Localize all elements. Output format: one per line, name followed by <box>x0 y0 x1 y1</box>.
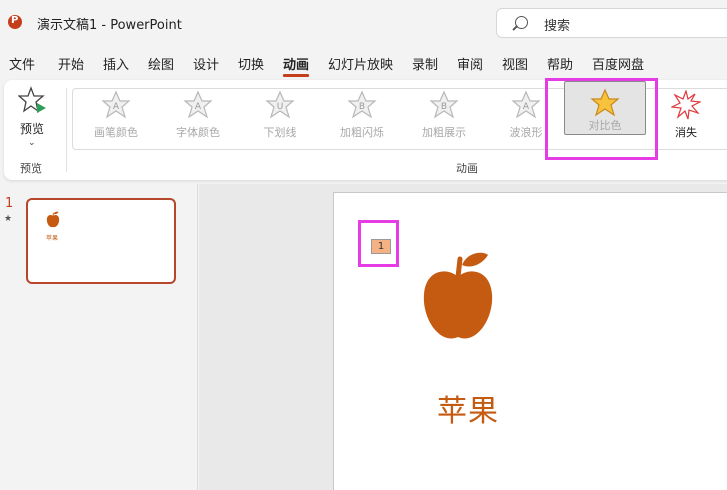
star-burst-letter-icon: B <box>347 90 377 119</box>
slide-thumbnail[interactable]: 苹果 <box>26 198 176 284</box>
tab-draw[interactable]: 绘图 <box>148 54 174 73</box>
animation-group-label: 动画 <box>456 162 478 175</box>
effect-label: 画笔颜色 <box>94 126 138 139</box>
document-title: 演示文稿1 - PowerPoint <box>37 18 182 33</box>
svg-text:U: U <box>277 102 284 112</box>
svg-text:B: B <box>359 102 365 112</box>
thumbnail-text: 苹果 <box>46 235 59 242</box>
search-input[interactable]: 搜索 <box>496 8 727 38</box>
search-icon <box>515 16 528 29</box>
annotation-highlight <box>545 78 658 160</box>
tab-animations[interactable]: 动画 <box>283 54 310 77</box>
effect-bold-reveal[interactable]: B 加粗展示 <box>404 88 484 146</box>
svg-text:B: B <box>441 102 447 112</box>
effect-label: 消失 <box>675 126 697 139</box>
effect-label: 加粗闪烁 <box>340 126 384 139</box>
star-letter-icon: A <box>511 90 541 119</box>
preview-star-icon <box>18 86 46 113</box>
effect-bold-flash[interactable]: B 加粗闪烁 <box>322 88 402 146</box>
effect-disappear[interactable]: 消失 <box>646 88 726 146</box>
tab-record[interactable]: 录制 <box>412 54 438 73</box>
svg-text:A: A <box>195 102 202 112</box>
annotation-highlight <box>358 220 399 267</box>
preview-button[interactable]: 预览 ⌄ <box>10 86 54 152</box>
slide-number: 1 <box>5 196 14 211</box>
group-divider <box>66 88 67 172</box>
apple-icon <box>46 211 60 228</box>
tab-transitions[interactable]: 切换 <box>238 54 264 73</box>
burst-star-icon <box>671 90 701 120</box>
tab-baidu-netdisk[interactable]: 百度网盘 <box>592 54 644 73</box>
tab-help[interactable]: 帮助 <box>547 54 573 73</box>
ribbon-tabs: 文件 开始 插入 绘图 设计 切换 动画 幻灯片放映 录制 审阅 视图 帮助 百… <box>0 52 727 77</box>
svg-text:A: A <box>113 102 120 112</box>
effect-font-color[interactable]: A 字体颜色 <box>158 88 238 146</box>
star-letter-icon: B <box>429 90 459 119</box>
effect-label: 字体颜色 <box>176 126 220 139</box>
tab-home[interactable]: 开始 <box>58 54 84 73</box>
slide-text[interactable]: 苹果 <box>437 386 499 430</box>
powerpoint-logo-icon <box>8 15 22 29</box>
star-letter-icon: A <box>183 90 213 119</box>
effect-underline[interactable]: U 下划线 <box>240 88 320 146</box>
tab-slideshow[interactable]: 幻灯片放映 <box>328 54 393 73</box>
tab-review[interactable]: 审阅 <box>457 54 483 73</box>
tab-view[interactable]: 视图 <box>502 54 528 73</box>
star-letter-icon: A <box>101 90 131 119</box>
preview-label: 预览 <box>19 122 44 136</box>
title-bar: 演示文稿1 - PowerPoint 搜索 <box>0 0 727 44</box>
search-placeholder: 搜索 <box>544 19 571 34</box>
apple-icon[interactable] <box>418 249 498 349</box>
effect-label: 加粗展示 <box>422 126 466 139</box>
slide-thumbnail-pane: 1 ★ 苹果 <box>0 184 198 490</box>
star-letter-icon: U <box>265 90 295 119</box>
preview-group-label: 预览 <box>20 162 42 175</box>
chevron-down-icon: ⌄ <box>28 138 36 148</box>
slide-editor-canvas: 1 苹果 <box>199 184 727 490</box>
tab-design[interactable]: 设计 <box>193 54 219 73</box>
tab-file[interactable]: 文件 <box>9 54 35 73</box>
tab-insert[interactable]: 插入 <box>103 54 129 73</box>
effect-brush-color[interactable]: A 画笔颜色 <box>76 88 156 146</box>
effect-label: 下划线 <box>263 126 297 139</box>
animation-indicator-icon: ★ <box>4 214 13 224</box>
svg-text:A: A <box>523 102 530 112</box>
